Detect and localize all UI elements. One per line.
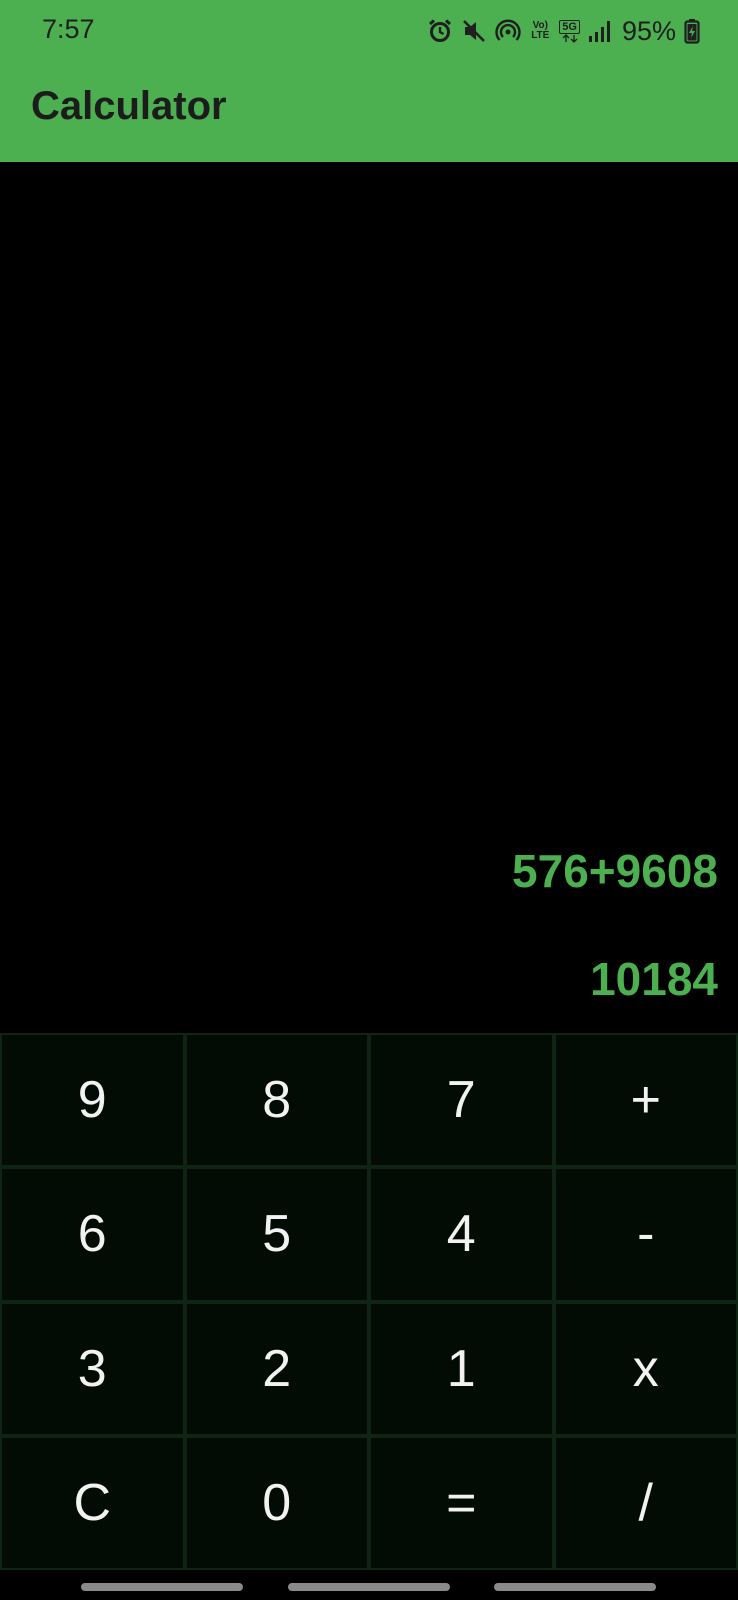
nav-recents-handle[interactable]	[81, 1583, 243, 1591]
key-minus[interactable]: -	[553, 1167, 738, 1302]
key-multiply[interactable]: x	[553, 1301, 738, 1436]
key-9[interactable]: 9	[0, 1033, 185, 1168]
signal-icon	[588, 19, 610, 43]
key-5[interactable]: 5	[184, 1167, 369, 1302]
key-8[interactable]: 8	[184, 1033, 369, 1168]
nav-back-handle[interactable]	[494, 1583, 656, 1591]
key-2[interactable]: 2	[184, 1301, 369, 1436]
app-title: Calculator	[31, 84, 227, 128]
status-bar: 7:57 Vo) LTE 5G 95%	[0, 0, 738, 62]
key-3[interactable]: 3	[0, 1301, 185, 1436]
mute-icon	[461, 18, 487, 44]
key-plus[interactable]: +	[553, 1033, 738, 1168]
network-label: 5G	[559, 19, 580, 34]
volte-icon: Vo) LTE	[531, 20, 550, 41]
result-text: 10184	[590, 953, 718, 1005]
key-7[interactable]: 7	[369, 1033, 554, 1168]
key-6[interactable]: 6	[0, 1167, 185, 1302]
nav-home-handle[interactable]	[288, 1583, 450, 1591]
status-icons: Vo) LTE 5G 95%	[427, 14, 700, 48]
app-bar: Calculator	[0, 62, 738, 162]
navigation-bar	[0, 1570, 738, 1600]
key-clear[interactable]: C	[0, 1435, 185, 1570]
key-0[interactable]: 0	[184, 1435, 369, 1570]
expression-text: 576+9608	[512, 845, 718, 897]
key-equals[interactable]: =	[369, 1435, 554, 1570]
battery-percent: 95%	[621, 15, 676, 46]
alarm-icon	[427, 18, 453, 44]
network-5g-icon: 5G	[559, 19, 580, 43]
calculator-display: 576+9608 10184	[0, 162, 738, 1033]
status-time: 7:57	[42, 14, 95, 44]
keypad: 9 8 7 + 6 5 4 - 3 2 1 x C 0 = /	[0, 1033, 738, 1570]
battery-charging-icon	[684, 18, 700, 44]
hotspot-icon	[495, 18, 521, 44]
key-1[interactable]: 1	[369, 1301, 554, 1436]
key-4[interactable]: 4	[369, 1167, 554, 1302]
key-divide[interactable]: /	[553, 1435, 738, 1570]
